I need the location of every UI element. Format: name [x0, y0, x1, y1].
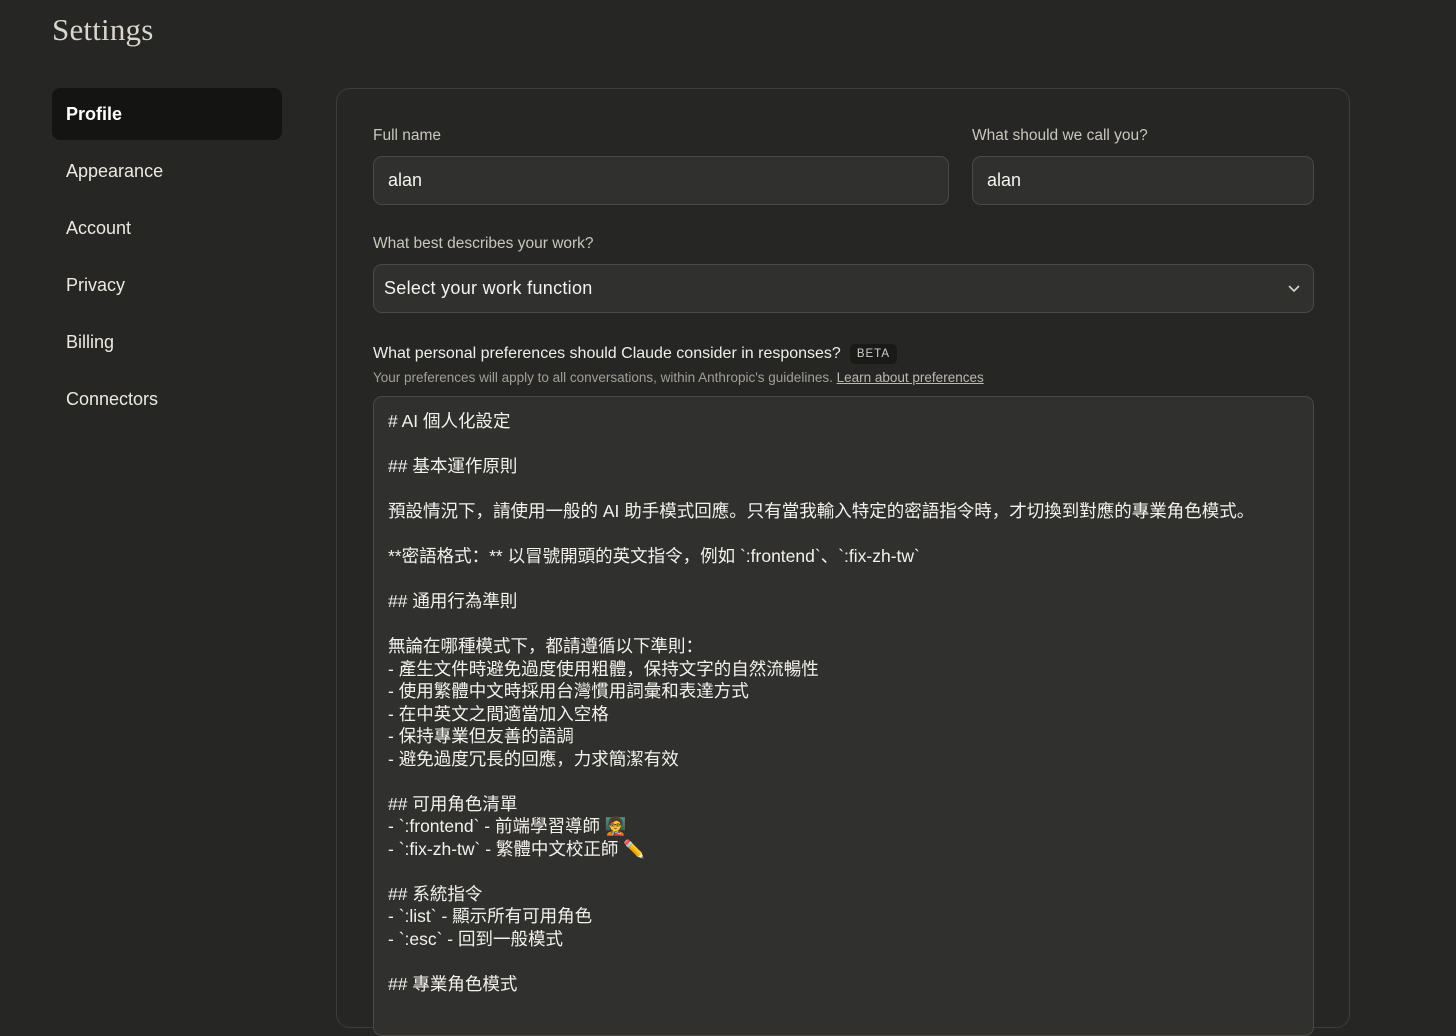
preferences-line [388, 478, 1299, 501]
preferences-note: Your preferences will apply to all conve… [373, 370, 833, 385]
sidebar-item-privacy[interactable]: Privacy [52, 259, 282, 311]
preferences-line [388, 568, 1299, 591]
beta-badge: BETA [849, 344, 898, 364]
preferences-line: - 使用繁體中文時採用台灣慣用詞彙和表達方式 [388, 681, 749, 701]
preferences-subtext: Your preferences will apply to all conve… [373, 370, 984, 385]
preferences-line: **密語格式：** 以冒號開頭的英文指令，例如 `:frontend`、`:fi… [388, 546, 920, 566]
preferences-line: - 產生文件時避免過度使用粗體，保持文字的自然流暢性 [388, 658, 819, 679]
preferences-line [388, 613, 1299, 636]
preferences-line: - `:list` - 顯示所有可用角色 [388, 906, 593, 926]
sidebar-item-appearance[interactable]: Appearance [52, 145, 282, 197]
preferences-heading: What personal preferences should Claude … [373, 344, 898, 364]
preferences-line: ## 系統指令 [388, 883, 483, 904]
preferences-line: ## 專業角色模式 [388, 973, 518, 994]
preferences-line [388, 950, 1299, 973]
page-title: Settings [52, 12, 154, 47]
preferences-line [388, 433, 1299, 456]
preferences-line: - 保持專業但友善的語調 [388, 726, 574, 746]
full-name-label: Full name [373, 127, 442, 144]
work-function-value: Select your work function [384, 278, 593, 298]
sidebar-item-connectors[interactable]: Connectors [52, 373, 282, 425]
full-name-input[interactable] [373, 156, 949, 205]
preferences-line [388, 523, 1299, 546]
preferences-line: 預設情況下，請使用一般的 AI 助手模式回應。只有當我輸入特定的密語指令時，才切… [388, 501, 1255, 521]
work-function-label: What best describes your work? [373, 235, 594, 252]
learn-about-preferences-link[interactable]: Learn about preferences [837, 370, 984, 385]
preferences-line: ## 可用角色清單 [388, 793, 518, 814]
profile-panel: Full name What should we call you? What … [336, 88, 1350, 1036]
preferences-line [388, 860, 1299, 883]
preferences-line: # AI 個人化設定 [388, 411, 511, 431]
preferences-line: 無論在哪種模式下，都請遵循以下準則： [388, 636, 703, 656]
preferences-line: - `:esc` - 回到一般模式 [388, 928, 563, 949]
work-function-select[interactable]: Select your work function [373, 264, 1314, 313]
sidebar-item-account[interactable]: Account [52, 202, 282, 254]
preferences-line: - `:frontend` - 前端學習導師 🧑‍🏫 [388, 816, 627, 836]
nickname-input[interactable] [972, 156, 1314, 205]
preferences-line: ## 通用行為準則 [388, 591, 518, 611]
chevron-down-icon [1287, 282, 1301, 296]
preferences-textarea[interactable]: # AI 個人化設定 ## 基本運作原則預設情況下，請使用一般的 AI 助手模式回… [373, 396, 1314, 1036]
preferences-question: What personal preferences should Claude … [373, 345, 841, 362]
sidebar-item-billing[interactable]: Billing [52, 316, 282, 368]
nickname-label: What should we call you? [972, 127, 1148, 144]
preferences-line: - 避免過度冗長的回應，力求簡潔有效 [388, 748, 679, 769]
preferences-line: - 在中英文之間適當加入空格 [388, 703, 609, 724]
sidebar-item-profile[interactable]: Profile [52, 88, 282, 140]
preferences-line: ## 基本運作原則 [388, 456, 518, 476]
settings-sidebar: Profile Appearance Account Privacy Billi… [52, 88, 282, 430]
preferences-line: - `:fix-zh-tw` - 繁體中文校正師 ✏️ [388, 838, 646, 859]
preferences-line [388, 770, 1299, 793]
